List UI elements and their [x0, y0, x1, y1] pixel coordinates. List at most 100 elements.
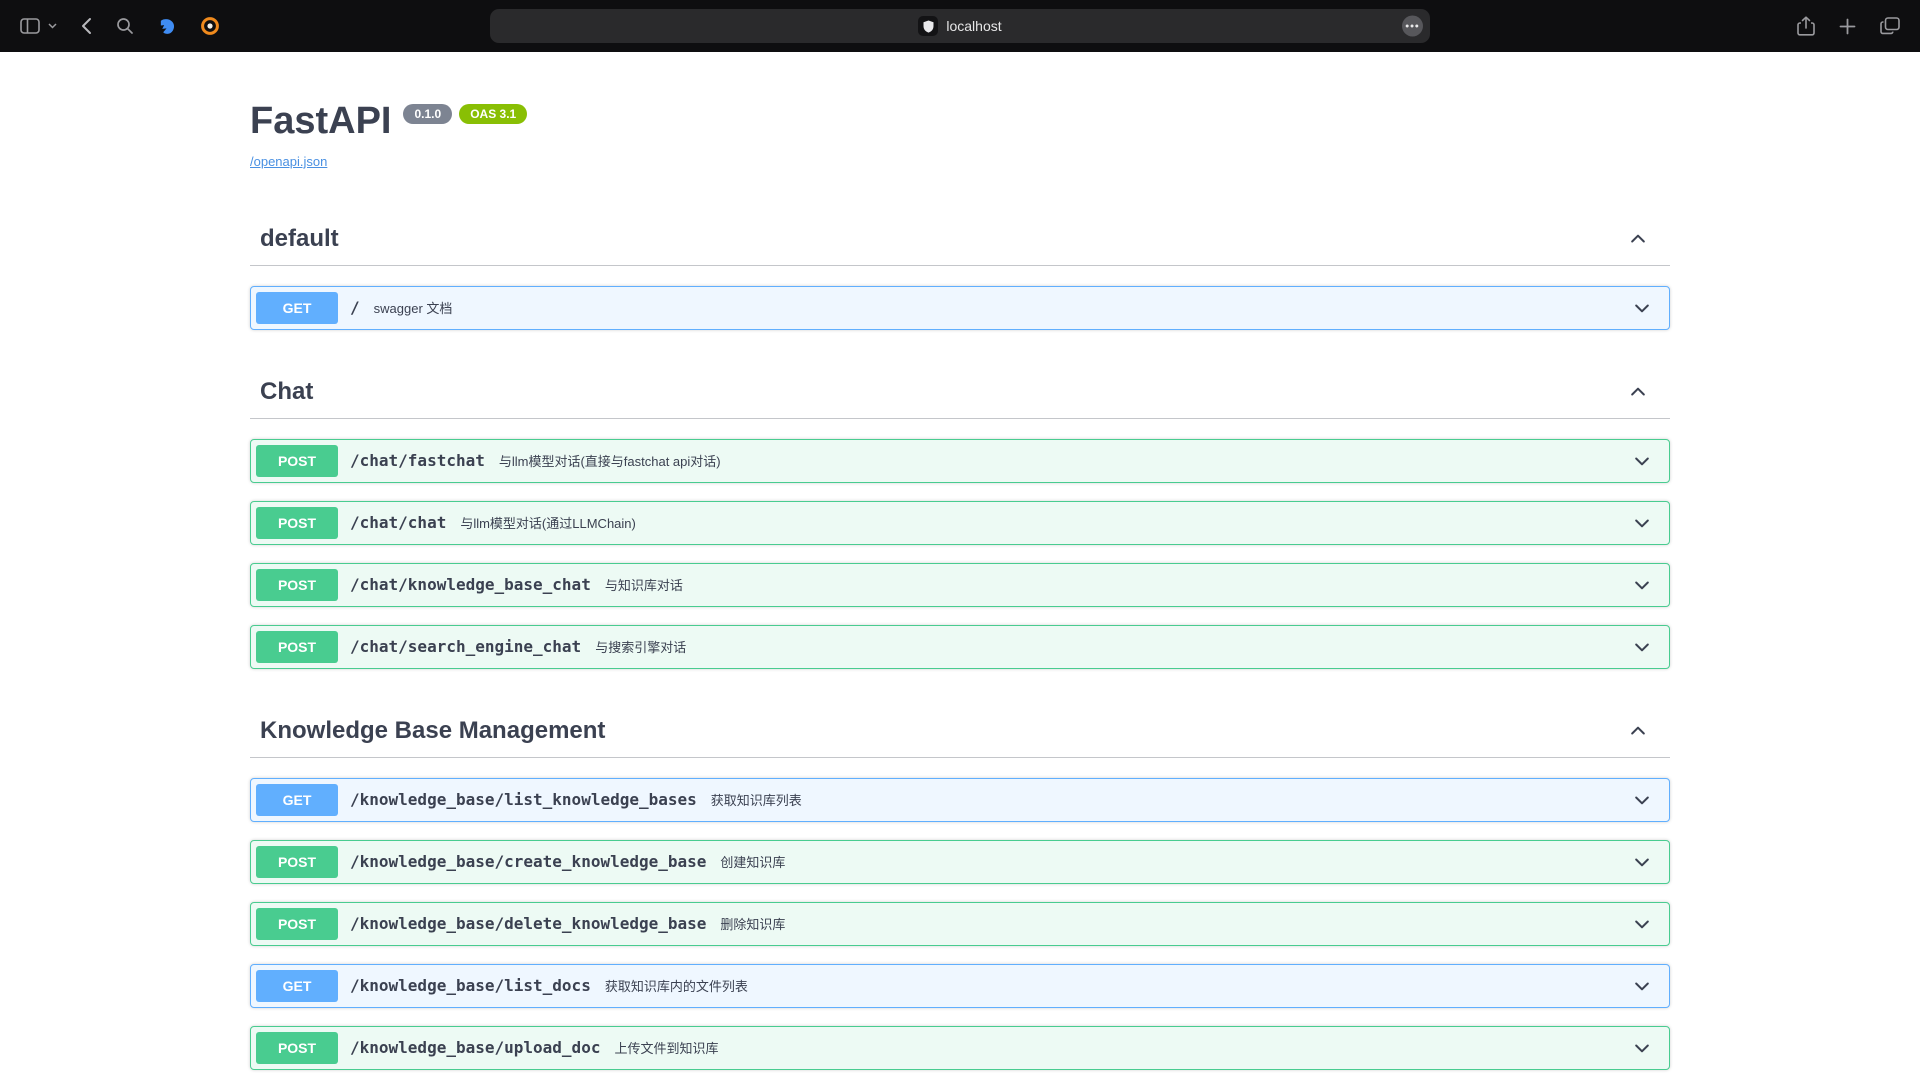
- operation-expand-button[interactable]: [1632, 575, 1664, 595]
- chevron-up-icon: [1628, 721, 1648, 741]
- sidebar-toggle-button[interactable]: [18, 16, 42, 36]
- openapi-spec-link[interactable]: /openapi.json: [250, 154, 327, 169]
- operation-summary: 删除知识库: [720, 914, 785, 933]
- chevron-up-icon: [1628, 229, 1648, 249]
- toolbar-left-group: [18, 15, 221, 38]
- api-info: FastAPI 0.1.0 OAS 3.1 /openapi.json: [250, 52, 1670, 213]
- toolbar-right-group: [1795, 14, 1902, 38]
- operation-row[interactable]: POST/knowledge_base/delete_knowledge_bas…: [250, 902, 1670, 946]
- operation-summary: 上传文件到知识库: [614, 1038, 718, 1057]
- method-badge: POST: [256, 569, 338, 601]
- section-header[interactable]: Knowledge Base Management: [250, 705, 1670, 758]
- operation-path: /knowledge_base/list_knowledge_bases: [350, 790, 697, 809]
- chevron-down-icon: [48, 23, 57, 29]
- chevron-down-icon: [1632, 513, 1652, 533]
- swagger-wrapper: FastAPI 0.1.0 OAS 3.1 /openapi.json defa…: [230, 52, 1690, 1080]
- chevron-down-icon: [1632, 575, 1652, 595]
- operation-row[interactable]: POST/chat/knowledge_base_chat 与知识库对话: [250, 563, 1670, 607]
- api-section: Knowledge Base Management GET/knowledge_b…: [250, 705, 1670, 1080]
- operation-row[interactable]: POST/knowledge_base/upload_doc上传文件到知识库: [250, 1026, 1670, 1070]
- operation-list: POST/chat/fastchat与llm模型对话(直接与fastchat a…: [250, 439, 1670, 669]
- method-badge: POST: [256, 507, 338, 539]
- section-collapse-button[interactable]: [1628, 229, 1648, 249]
- chevron-down-icon: [1632, 790, 1652, 810]
- section-title: default: [260, 225, 339, 253]
- chevron-down-icon: [1632, 298, 1652, 318]
- new-tab-button[interactable]: [1837, 16, 1858, 37]
- operation-expand-button[interactable]: [1632, 852, 1664, 872]
- operation-row[interactable]: POST/knowledge_base/create_knowledge_bas…: [250, 840, 1670, 884]
- operation-path: /knowledge_base/list_docs: [350, 976, 591, 995]
- operation-path: /chat/search_engine_chat: [350, 637, 581, 656]
- operation-path: /chat/knowledge_base_chat: [350, 575, 591, 594]
- oas-badge: OAS 3.1: [459, 104, 527, 124]
- operation-row[interactable]: GET/swagger 文档: [250, 286, 1670, 330]
- method-badge: POST: [256, 631, 338, 663]
- chevron-left-icon: [81, 17, 92, 35]
- operation-expand-button[interactable]: [1632, 298, 1664, 318]
- operation-summary: 与搜索引擎对话: [595, 637, 686, 656]
- operation-list: GET/swagger 文档: [250, 286, 1670, 330]
- address-bar[interactable]: localhost •••: [490, 9, 1430, 43]
- operation-summary: 与知识库对话: [605, 575, 683, 594]
- browser-toolbar: localhost •••: [0, 0, 1920, 52]
- chevron-down-icon: [1632, 637, 1652, 657]
- chevron-down-icon: [1632, 451, 1652, 471]
- api-section: defaultGET/swagger 文档: [250, 213, 1670, 330]
- operation-row[interactable]: GET/knowledge_base/list_knowledge_bases 获…: [250, 778, 1670, 822]
- method-badge: POST: [256, 846, 338, 878]
- share-button[interactable]: [1795, 14, 1817, 38]
- operation-expand-button[interactable]: [1632, 790, 1664, 810]
- site-privacy-icon: [918, 16, 938, 36]
- operation-row[interactable]: POST/chat/search_engine_chat 与搜索引擎对话: [250, 625, 1670, 669]
- share-icon: [1797, 16, 1815, 36]
- sidebar-menu-caret-button[interactable]: [46, 21, 59, 31]
- sidebar-toggle-group: [18, 16, 59, 36]
- operation-expand-button[interactable]: [1632, 1038, 1664, 1058]
- search-icon: [116, 17, 134, 35]
- tab-overview-icon: [1880, 17, 1900, 35]
- chevron-down-icon: [1632, 914, 1652, 934]
- section-header[interactable]: default: [250, 213, 1670, 266]
- page-content: FastAPI 0.1.0 OAS 3.1 /openapi.json defa…: [0, 52, 1920, 1080]
- extension-blue-button[interactable]: [156, 15, 179, 38]
- version-badge: 0.1.0: [403, 104, 452, 124]
- operation-summary: 获取知识库列表: [711, 790, 802, 809]
- api-sections: defaultGET/swagger 文档ChatPOST/chat/fastc…: [250, 213, 1670, 1080]
- operation-summary: 与llm模型对话(直接与fastchat api对话): [499, 451, 721, 470]
- method-badge: POST: [256, 1032, 338, 1064]
- operation-row[interactable]: POST/chat/fastchat与llm模型对话(直接与fastchat a…: [250, 439, 1670, 483]
- operation-row[interactable]: POST/chat/chat 与llm模型对话(通过LLMChain): [250, 501, 1670, 545]
- method-badge: POST: [256, 445, 338, 477]
- extension-blue-icon: [158, 17, 177, 36]
- back-button[interactable]: [79, 15, 94, 37]
- section-title: Chat: [260, 378, 313, 406]
- method-badge: GET: [256, 970, 338, 1002]
- extension-orange-button[interactable]: [199, 15, 221, 37]
- method-badge: GET: [256, 784, 338, 816]
- page-menu-button[interactable]: •••: [1402, 16, 1423, 37]
- operation-expand-button[interactable]: [1632, 451, 1664, 471]
- api-title-row: FastAPI 0.1.0 OAS 3.1: [250, 102, 1670, 142]
- address-bar-url: localhost: [946, 18, 1001, 34]
- section-title: Knowledge Base Management: [260, 717, 605, 745]
- operation-path: /: [350, 298, 360, 317]
- operation-expand-button[interactable]: [1632, 513, 1664, 533]
- section-collapse-button[interactable]: [1628, 721, 1648, 741]
- method-badge: GET: [256, 292, 338, 324]
- operation-row[interactable]: GET/knowledge_base/list_docs获取知识库内的文件列表: [250, 964, 1670, 1008]
- section-collapse-button[interactable]: [1628, 382, 1648, 402]
- operation-path: /chat/chat: [350, 513, 446, 532]
- operation-expand-button[interactable]: [1632, 976, 1664, 996]
- chevron-up-icon: [1628, 382, 1648, 402]
- reader-search-button[interactable]: [114, 15, 136, 37]
- api-section: Chat POST/chat/fastchat与llm模型对话(直接与fastch…: [250, 366, 1670, 669]
- plus-icon: [1839, 18, 1856, 35]
- section-header[interactable]: Chat: [250, 366, 1670, 419]
- chevron-down-icon: [1632, 1038, 1652, 1058]
- operation-expand-button[interactable]: [1632, 637, 1664, 657]
- operation-expand-button[interactable]: [1632, 914, 1664, 934]
- operation-summary: 与llm模型对话(通过LLMChain): [460, 513, 636, 532]
- tab-overview-button[interactable]: [1878, 15, 1902, 37]
- chevron-down-icon: [1632, 852, 1652, 872]
